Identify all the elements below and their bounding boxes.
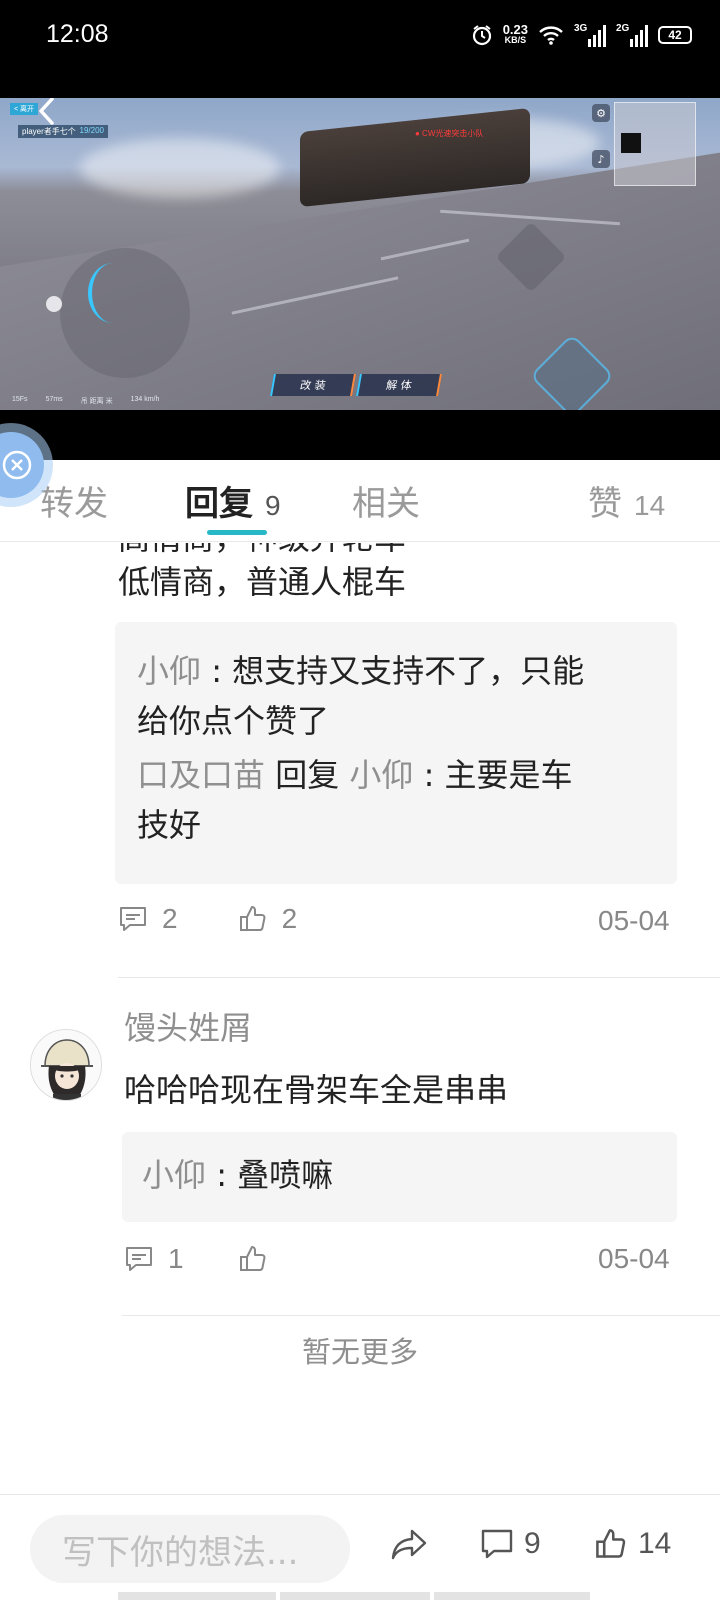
comment-username[interactable]: 馒头姓屑 xyxy=(124,1003,252,1049)
nav-bar-segment xyxy=(434,1592,590,1600)
divider xyxy=(122,1315,720,1316)
bottom-action-bar: 写下你的想法... 9 14 xyxy=(0,1494,720,1600)
modify-button: 改 装 xyxy=(270,374,356,396)
net-speed: 0.23 KB/S xyxy=(502,22,528,46)
thumbs-up-icon xyxy=(239,1246,266,1271)
nav-bar-segment xyxy=(118,1592,276,1600)
reply-author[interactable]: 口及口苗 xyxy=(137,756,265,794)
sub-reply-box[interactable]: 小仰 : 叠喷嘛 xyxy=(122,1132,677,1222)
comments-button[interactable]: 9 xyxy=(480,1527,541,1561)
reply-colon: : xyxy=(206,1156,238,1194)
status-time: 12:08 xyxy=(46,20,109,48)
video-player[interactable]: < 离开 19/200 player者手七个 ● CW光速突击小队 ⚙ ♪ 改 … xyxy=(0,98,720,410)
reply-text: 主要是车 xyxy=(444,756,573,794)
settings-icon: ⚙ xyxy=(592,104,610,122)
signal-3g-icon: 3G xyxy=(574,23,606,47)
hud-stat: 15Fs xyxy=(12,396,28,403)
comment-date: 05-04 xyxy=(598,905,670,936)
likes-count: 14 xyxy=(638,1527,672,1560)
thumbs-up-icon xyxy=(239,906,266,931)
tab-active-indicator xyxy=(207,530,267,535)
sub-reply: 口及口苗 回复 小仰 : 主要是车 技好 xyxy=(137,750,655,850)
close-icon xyxy=(2,450,32,480)
nav-bar-segment xyxy=(280,1592,430,1600)
hud-stat: 吊 距离 米 xyxy=(80,398,113,405)
reply-colon: : xyxy=(201,652,233,690)
hud-player: player者手七个 xyxy=(22,127,76,136)
hud-stat: 134 km/h xyxy=(130,396,160,403)
sub-reply: 小仰 : 想支持又支持不了，只能 给你点个赞了 xyxy=(137,646,655,746)
sub-reply-box[interactable]: 小仰 : 想支持又支持不了，只能 给你点个赞了 口及口苗 回复 小仰 : 主要是… xyxy=(115,622,677,884)
reply-text: 叠喷嘛 xyxy=(237,1156,334,1194)
comment-icon xyxy=(120,907,146,931)
reply-word: 回复 xyxy=(265,756,350,794)
hud-count: 19/200 xyxy=(79,126,104,135)
tab-related-label: 相关 xyxy=(352,484,420,524)
video-letterbox xyxy=(0,410,720,460)
comment-text: 低情商，普通人棍车 xyxy=(118,563,407,601)
comment-text: 哈哈哈现在骨架车全是串串 xyxy=(124,1071,509,1109)
thumbs-up-icon xyxy=(596,1529,626,1558)
comment-icon xyxy=(126,1247,152,1271)
tab-reply-label: 回复 xyxy=(185,484,253,524)
signal-3g-label: 3G xyxy=(574,23,588,34)
hud-player-bar: 19/200 player者手七个 xyxy=(18,125,108,138)
divider xyxy=(118,977,720,978)
reply-text: 想支持又支持不了，只能 xyxy=(232,652,585,690)
comment-count: 1 xyxy=(168,1243,184,1274)
signal-2g-icon: 2G xyxy=(616,23,648,47)
net-speed-unit: KB/S xyxy=(504,35,527,45)
comment-count: 2 xyxy=(162,903,178,934)
reply-colon: : xyxy=(413,756,445,794)
like-button[interactable] xyxy=(238,1244,282,1274)
status-bar: 12:08 0.23 KB/S 3G 2G 42 xyxy=(0,0,720,98)
hud-team-tag: ● CW光速突击小队 xyxy=(415,129,484,138)
alarm-icon xyxy=(472,25,491,46)
no-more-text: 暂无更多 xyxy=(301,1335,418,1369)
reply-list[interactable]: 高情商，神级弄轮车 低情商，普通人棍车 小仰 : 想支持又支持不了，只能 给你点… xyxy=(0,543,720,1493)
like-count: 2 xyxy=(281,903,298,934)
share-button[interactable] xyxy=(390,1527,428,1563)
avatar[interactable] xyxy=(30,1029,102,1101)
comment-button[interactable]: 1 xyxy=(124,1243,184,1275)
tab-reply[interactable]: 回复 9 xyxy=(185,476,281,525)
minimap xyxy=(614,102,696,186)
comment-actions: 1 xyxy=(124,1243,282,1275)
tab-bar: 转发 回复 9 相关 赞 14 xyxy=(0,460,720,542)
tab-forward[interactable]: 转发 xyxy=(40,476,108,525)
comment-input[interactable]: 写下你的想法... xyxy=(30,1515,350,1583)
avatar-image xyxy=(31,1030,101,1100)
status-icons: 0.23 KB/S 3G 2G 42 xyxy=(471,20,692,50)
reply-target[interactable]: 小仰 xyxy=(349,756,413,794)
reply-author[interactable]: 小仰 xyxy=(142,1156,206,1194)
reply-author[interactable]: 小仰 xyxy=(137,652,201,690)
tab-related[interactable]: 相关 xyxy=(352,476,420,525)
comment-icon xyxy=(481,1529,513,1559)
reply-text: 技好 xyxy=(137,806,202,844)
tab-reply-count: 9 xyxy=(265,490,281,521)
signal-2g-label: 2G xyxy=(616,23,630,34)
share-icon xyxy=(391,1529,427,1560)
tab-likes-count: 14 xyxy=(634,490,666,521)
battery-icon: 42 xyxy=(658,26,692,44)
reply-text: 给你点个赞了 xyxy=(137,702,330,740)
tab-likes-label: 赞 xyxy=(588,484,622,524)
sound-icon: ♪ xyxy=(592,150,610,168)
hud-stat: 57ms xyxy=(45,396,63,403)
tab-likes[interactable]: 赞 14 xyxy=(588,476,665,525)
net-speed-value: 0.23 xyxy=(502,22,528,37)
comments-count: 9 xyxy=(524,1527,541,1560)
comment-button[interactable]: 2 xyxy=(118,903,178,935)
tab-forward-label: 转发 xyxy=(40,484,108,524)
hud-stats: 15Fs 57ms 吊 距离 米 134 km/h xyxy=(12,396,159,406)
like-button[interactable]: 14 xyxy=(594,1527,671,1561)
wifi-icon xyxy=(539,26,563,45)
comment-input-placeholder: 写下你的想法... xyxy=(62,1532,299,1573)
like-button[interactable]: 2 xyxy=(238,903,298,935)
disassemble-button: 解 体 xyxy=(356,374,442,396)
comment-actions: 2 2 xyxy=(118,903,297,935)
back-arrow-icon[interactable] xyxy=(32,98,62,126)
comment-date: 05-04 xyxy=(598,1243,670,1274)
